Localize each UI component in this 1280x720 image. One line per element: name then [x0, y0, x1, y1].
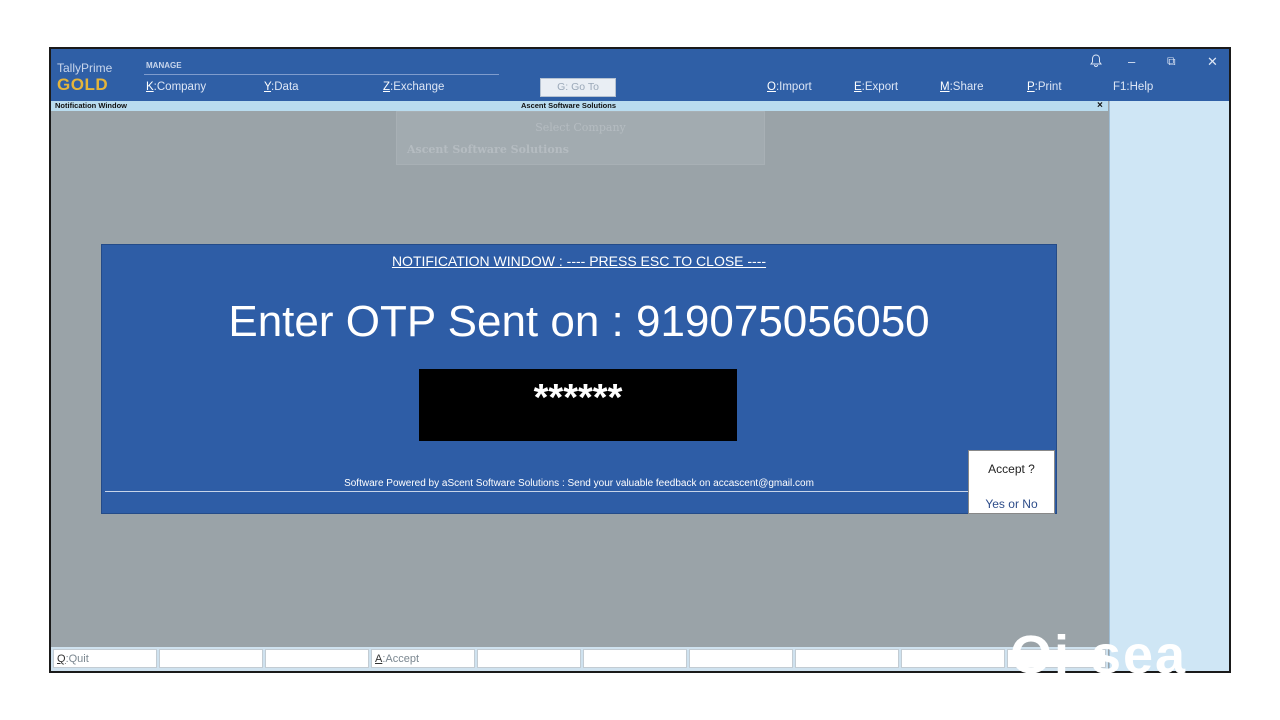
close-panel-icon[interactable]: × [1097, 100, 1103, 111]
accept-button[interactable]: A:Accept [371, 649, 475, 668]
watermark: Oi-sea [1010, 628, 1188, 674]
otp-prompt: Enter OTP Sent on : 919075056050 [228, 297, 930, 346]
accept-question: Accept ? [988, 462, 1035, 476]
tally-app-window: TallyPrime GOLD MANAGE K:Company Y:Data … [49, 47, 1231, 673]
select-company-panel: Select Company Ascent Software Solutions [396, 111, 765, 165]
empty-button-slot [477, 649, 581, 668]
product-edition: GOLD [57, 75, 109, 94]
minimize-icon[interactable]: – [1128, 54, 1135, 69]
restore-icon[interactable]: ⧉ [1167, 54, 1176, 69]
quit-button[interactable]: Q:Quit [53, 649, 157, 668]
menu-section-divider [144, 74, 499, 75]
right-button-panel [1109, 101, 1229, 671]
empty-button-slot [265, 649, 369, 668]
or-label: or [1008, 497, 1019, 511]
footer-divider [105, 491, 970, 492]
otp-input[interactable]: ****** [419, 369, 737, 441]
top-menu-bar: TallyPrime GOLD MANAGE K:Company Y:Data … [51, 49, 1229, 101]
company-list-item[interactable]: Ascent Software Solutions [407, 143, 569, 156]
company-title: Ascent Software Solutions [521, 101, 617, 110]
menu-data[interactable]: Y:Data [264, 81, 299, 93]
notification-bell-icon[interactable] [1090, 54, 1102, 70]
menu-share[interactable]: M:Share [940, 81, 983, 93]
menu-go-to-button[interactable]: G: Go To [540, 78, 616, 97]
accept-dialog: Accept ? Yes or No [968, 450, 1055, 514]
accept-options: Yes or No [969, 497, 1054, 511]
select-company-title: Select Company [535, 121, 626, 134]
window-title-bar: Notification Window Ascent Software Solu… [51, 100, 1108, 111]
menu-print[interactable]: P:Print [1027, 81, 1062, 93]
product-name: TallyPrime [57, 61, 113, 75]
menu-help[interactable]: F1:Help [1113, 81, 1153, 93]
empty-button-slot [689, 649, 793, 668]
empty-button-slot [795, 649, 899, 668]
yes-button[interactable]: Yes [985, 497, 1005, 511]
menu-exchange[interactable]: Z:Exchange [383, 81, 444, 93]
no-button[interactable]: No [1022, 497, 1037, 511]
empty-button-slot [159, 649, 263, 668]
feedback-footer: Software Powered by aScent Software Solu… [344, 478, 814, 489]
notification-window: NOTIFICATION WINDOW : ---- PRESS ESC TO … [101, 244, 1057, 514]
empty-button-slot [583, 649, 687, 668]
menu-section-label: MANAGE [146, 61, 182, 70]
menu-company[interactable]: K:Company [146, 81, 206, 93]
notification-window-label: Notification Window [55, 101, 128, 110]
notification-header: NOTIFICATION WINDOW : ---- PRESS ESC TO … [391, 253, 767, 269]
bottom-button-bar: Q:Quit A:Accept [51, 647, 1108, 671]
menu-export[interactable]: E:Export [854, 81, 898, 93]
close-icon[interactable]: ✕ [1207, 54, 1218, 70]
menu-import[interactable]: O:Import [767, 81, 812, 93]
empty-button-slot [901, 649, 1005, 668]
